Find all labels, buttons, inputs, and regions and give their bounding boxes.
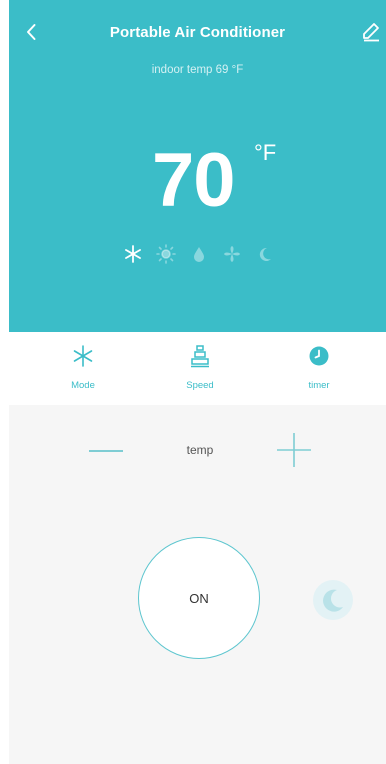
temp-increase-button[interactable] (277, 433, 311, 467)
power-button[interactable]: ON (138, 537, 260, 659)
timer-label: timer (308, 380, 330, 391)
mode-label: Mode (71, 380, 95, 391)
mode-button[interactable]: Mode (51, 344, 115, 391)
status-panel: Portable Air Conditioner indoor temp 69 … (9, 0, 386, 332)
minus-icon (89, 450, 123, 452)
snowflake-icon (73, 345, 93, 367)
speed-icon (191, 345, 209, 368)
function-bar: Mode Speed timer (9, 332, 386, 405)
speed-label: Speed (186, 380, 214, 391)
timer-button[interactable]: timer (287, 344, 351, 391)
moon-icon (323, 589, 343, 612)
moon-icon (259, 247, 271, 261)
control-area: temp ON (9, 405, 386, 764)
droplet-icon (194, 247, 204, 262)
temp-decrease-button[interactable] (87, 439, 127, 463)
sun-icon (156, 244, 176, 264)
page-title: Portable Air Conditioner (109, 24, 286, 41)
set-temperature: 70 (152, 138, 236, 223)
clock-icon (309, 346, 329, 366)
sleep-button[interactable] (313, 580, 353, 620)
temp-label: temp (186, 443, 214, 457)
edit-icon[interactable] (360, 20, 382, 42)
snowflake-icon (125, 245, 141, 263)
power-label: ON (189, 590, 209, 606)
indoor-temp: indoor temp 69 °F (151, 64, 244, 76)
fan-icon (224, 246, 240, 262)
speed-button[interactable]: Speed (168, 344, 232, 391)
temperature-unit: °F (254, 140, 277, 165)
